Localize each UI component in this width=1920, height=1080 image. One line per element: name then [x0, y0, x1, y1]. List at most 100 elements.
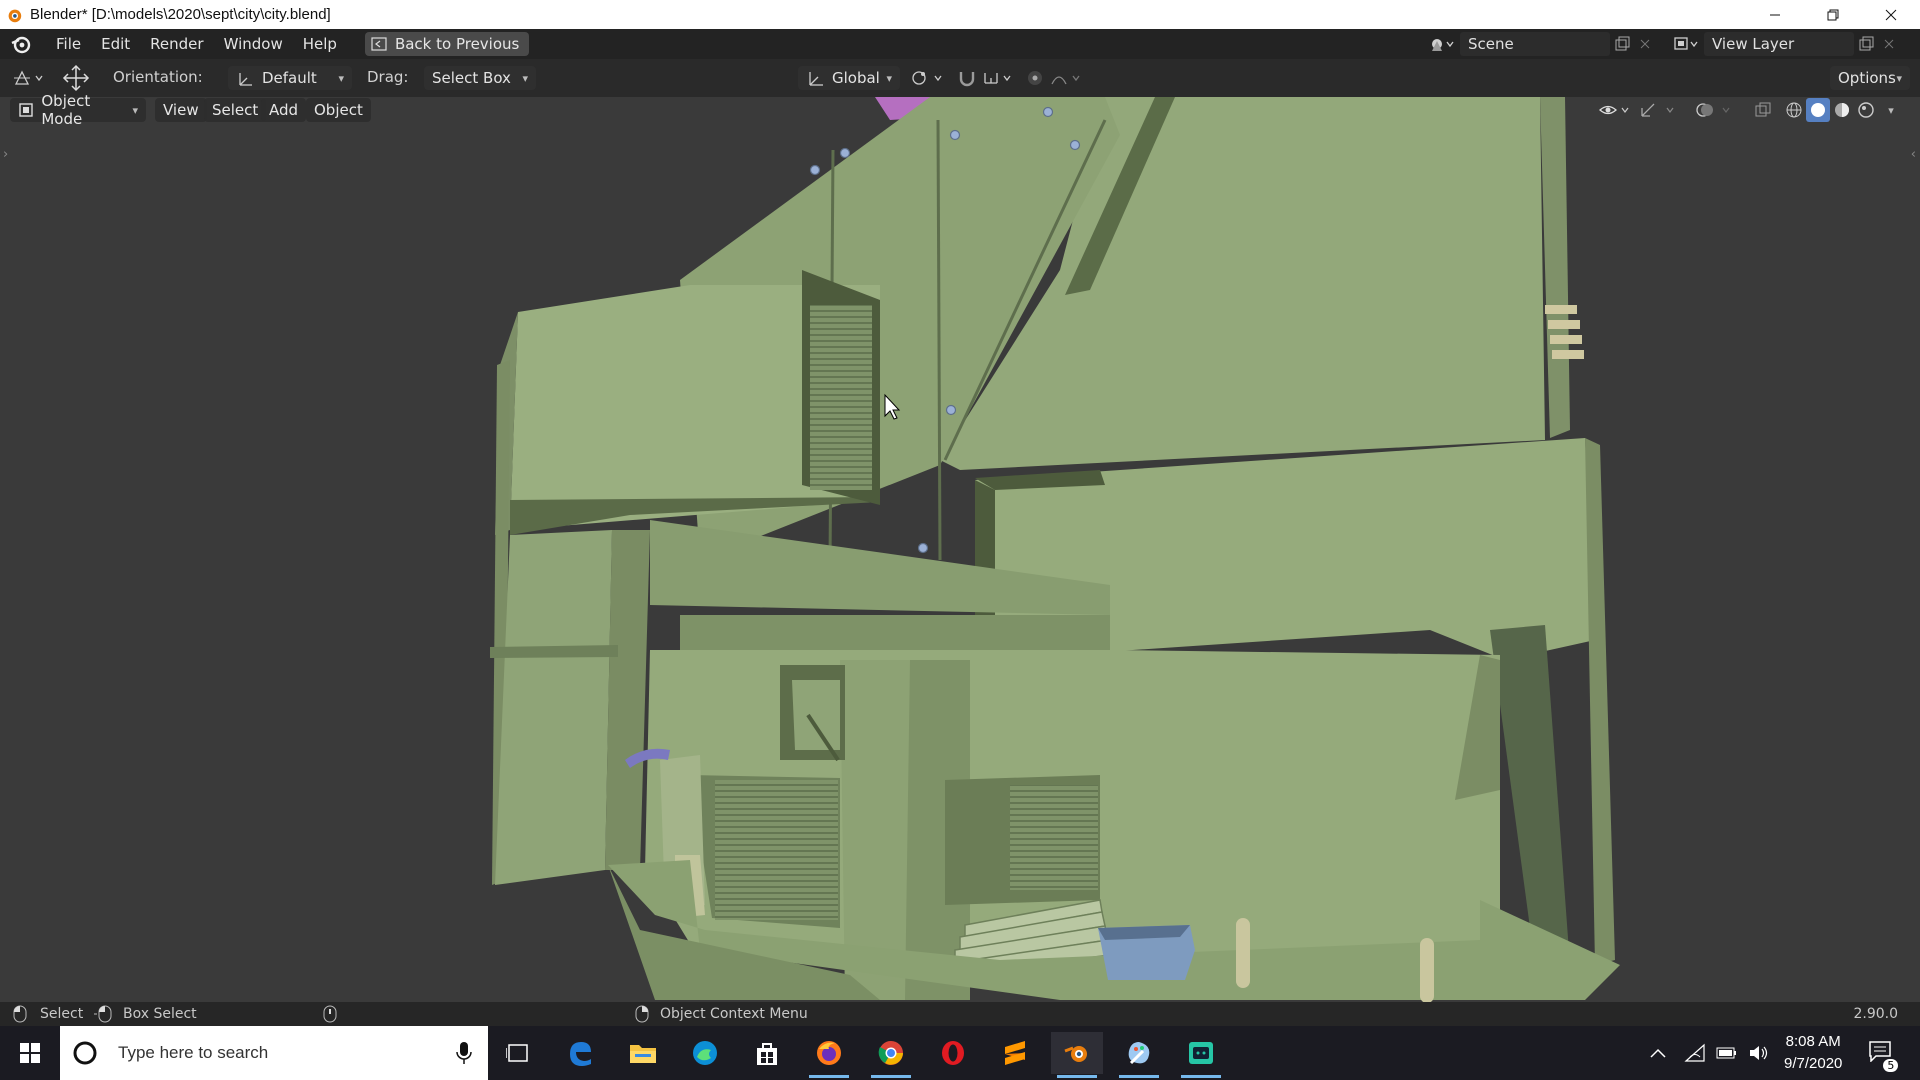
snap-toggle[interactable]	[952, 66, 982, 90]
menu-render[interactable]: Render	[140, 35, 213, 53]
menu-help[interactable]: Help	[293, 35, 347, 53]
close-icon	[1640, 39, 1650, 49]
taskbar-blender[interactable]	[1051, 1032, 1103, 1078]
chevron-down-icon: ▾	[132, 103, 138, 117]
overlays-dropdown[interactable]	[1694, 98, 1736, 122]
overlays-icon	[1696, 103, 1730, 117]
object-mode-dropdown[interactable]: Object Mode ▾	[10, 92, 146, 128]
menu-view-label: View	[163, 101, 199, 119]
menu-file[interactable]: File	[46, 35, 91, 53]
3d-viewport[interactable]: › ‹	[0, 97, 1920, 1002]
view-layer-browse-button[interactable]	[1668, 32, 1704, 56]
sidebar-expand-icon[interactable]: ‹	[1911, 147, 1916, 162]
close-window-button[interactable]	[1862, 0, 1920, 29]
wifi-icon[interactable]	[1684, 1043, 1706, 1063]
restore-icon	[1827, 9, 1839, 20]
new-scene-button[interactable]	[1610, 36, 1634, 52]
menu-select[interactable]: Select	[204, 98, 267, 122]
blender-menubar: File Edit Render Window Help Back to Pre…	[0, 29, 1920, 59]
drag-label: Drag:	[367, 68, 409, 86]
status-context-menu-label: Object Context Menu	[660, 1006, 808, 1022]
pivot-point-dropdown[interactable]	[908, 66, 948, 90]
opera-icon	[942, 1041, 964, 1065]
restore-button[interactable]	[1804, 0, 1862, 29]
taskbar-chrome[interactable]	[865, 1032, 917, 1078]
store-bag-icon	[757, 1043, 777, 1065]
speaker-icon[interactable]	[1748, 1044, 1770, 1062]
view-layer-name-field[interactable]: View Layer	[1704, 32, 1854, 56]
taskbar-firefox[interactable]	[803, 1032, 855, 1078]
blender-version: 2.90.0	[1853, 1006, 1898, 1022]
transform-tool-button[interactable]	[60, 64, 92, 92]
wireframe-shading-button[interactable]	[1782, 98, 1806, 122]
chrome-icon	[878, 1041, 903, 1065]
menu-add[interactable]: Add	[261, 98, 307, 122]
start-button[interactable]	[4, 1032, 56, 1074]
chevron-up-icon[interactable]	[1648, 1046, 1668, 1060]
menu-select-label: Select	[212, 101, 259, 119]
object-mode-label: Object Mode	[41, 92, 91, 128]
status-select-hint: Select	[12, 1002, 83, 1026]
material-preview-button[interactable]	[1830, 98, 1854, 122]
menu-object[interactable]: Object	[306, 98, 371, 122]
taskbar-terminal-app[interactable]	[1175, 1032, 1227, 1078]
task-view-button[interactable]	[492, 1032, 544, 1074]
taskbar-search-box[interactable]: Type here to search	[60, 1026, 488, 1080]
taskbar-file-explorer[interactable]	[617, 1032, 669, 1074]
gizmo-dropdown[interactable]	[1638, 98, 1680, 122]
blender-logo-icon[interactable]	[10, 33, 32, 55]
scene-name: Scene	[1468, 35, 1514, 53]
proportional-editing-toggle[interactable]	[1024, 66, 1046, 90]
visibility-dropdown[interactable]	[1596, 98, 1634, 122]
menu-view[interactable]: View	[155, 98, 207, 122]
view-layer-selector: View Layer	[1668, 32, 1900, 56]
taskbar-sublime-text[interactable]	[989, 1032, 1041, 1074]
transform-orientation-dropdown[interactable]: Global ▾	[798, 66, 900, 90]
taskbar-edge-legacy[interactable]	[554, 1032, 606, 1074]
clock-time: 8:08 AM	[1785, 1033, 1841, 1050]
task-view-icon	[506, 1044, 528, 1062]
3d-viewport-icon	[14, 70, 43, 85]
taskbar-store[interactable]	[741, 1032, 793, 1074]
options-dropdown[interactable]: Options ▾	[1830, 66, 1910, 90]
edge-legacy-icon	[570, 1042, 591, 1066]
windows-taskbar: Type here to search 8:08 AM 9/7/2020 5	[0, 1026, 1920, 1080]
proportional-falloff-dropdown[interactable]	[1048, 66, 1088, 90]
blender-app-icon	[8, 9, 22, 22]
taskbar-edge[interactable]	[679, 1032, 731, 1074]
minimize-button[interactable]	[1746, 0, 1804, 29]
orientation-label: Orientation:	[113, 68, 203, 86]
material-sphere-icon	[1835, 103, 1849, 117]
clock[interactable]: 8:08 AM 9/7/2020	[1784, 1031, 1842, 1075]
new-view-layer-button[interactable]	[1854, 36, 1878, 52]
windows-logo-icon	[20, 1043, 40, 1063]
orientation-dropdown[interactable]: Default ▾	[228, 66, 352, 90]
taskbar-opera[interactable]	[927, 1032, 979, 1074]
delete-view-layer-button[interactable]	[1878, 39, 1900, 49]
back-to-previous-label: Back to Previous	[394, 35, 520, 53]
menu-window[interactable]: Window	[214, 35, 293, 53]
battery-icon[interactable]	[1716, 1046, 1738, 1060]
back-to-previous-button[interactable]: Back to Previous	[364, 32, 530, 56]
sublime-text-icon	[1005, 1041, 1025, 1065]
solid-shading-button[interactable]	[1806, 98, 1830, 122]
microphone-icon[interactable]	[456, 1041, 472, 1065]
taskbar-paint-app[interactable]	[1113, 1032, 1165, 1078]
chevron-down-icon: ▾	[338, 71, 344, 85]
xray-toggle[interactable]	[1752, 98, 1774, 122]
rendered-shading-button[interactable]	[1854, 98, 1878, 122]
rendered-sphere-icon	[1858, 102, 1874, 118]
delete-scene-button[interactable]	[1634, 39, 1656, 49]
menu-edit[interactable]: Edit	[91, 35, 140, 53]
editor-type-button[interactable]	[10, 66, 50, 90]
snap-target-dropdown[interactable]	[982, 66, 1016, 90]
scene-browse-button[interactable]	[1424, 32, 1460, 56]
action-center-button[interactable]: 5	[1868, 1040, 1899, 1072]
toolbar-expand-icon[interactable]: ›	[3, 147, 8, 162]
scene-name-field[interactable]: Scene	[1460, 32, 1610, 56]
view-layer-name: View Layer	[1712, 35, 1795, 53]
edge-icon	[693, 1041, 717, 1065]
pivot-point-icon	[912, 71, 942, 85]
drag-dropdown[interactable]: Select Box ▾	[424, 66, 536, 90]
shading-options-dropdown[interactable]: ▾	[1880, 98, 1902, 122]
